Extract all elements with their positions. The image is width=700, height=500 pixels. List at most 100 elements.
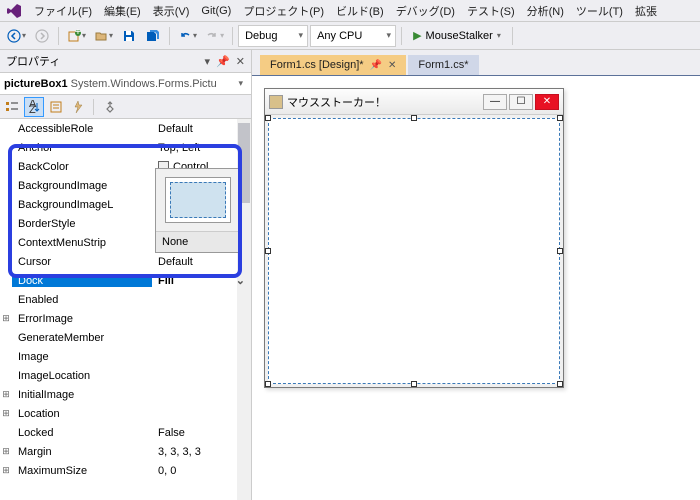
- expand-icon[interactable]: ⊞: [0, 465, 12, 476]
- open-button[interactable]: ▾: [91, 25, 116, 47]
- property-row[interactable]: AnchorTop, Left: [0, 138, 251, 157]
- window-menu-icon[interactable]: ▾: [205, 55, 211, 68]
- minimize-button[interactable]: —: [483, 94, 507, 110]
- pin-icon[interactable]: 📌: [370, 60, 382, 71]
- picturebox-control[interactable]: [268, 118, 560, 384]
- separator: [512, 27, 513, 45]
- property-row[interactable]: ⊞Margin3, 3, 3, 3: [0, 442, 251, 461]
- property-name: AccessibleRole: [12, 123, 152, 135]
- nav-back-button[interactable]: ▾: [4, 25, 29, 47]
- menu-view[interactable]: 表示(V): [147, 1, 196, 21]
- pin-icon[interactable]: 📌: [216, 55, 230, 68]
- resize-handle[interactable]: [557, 381, 563, 387]
- property-name: Anchor: [12, 142, 152, 154]
- property-row[interactable]: ⊞Location: [0, 404, 251, 423]
- property-name: ImageLocation: [12, 370, 152, 382]
- resize-handle[interactable]: [557, 115, 563, 121]
- menu-project[interactable]: プロジェクト(P): [237, 1, 330, 21]
- resize-handle[interactable]: [265, 248, 271, 254]
- undo-button[interactable]: ▾: [175, 25, 200, 47]
- properties-button[interactable]: [46, 97, 66, 117]
- menu-build[interactable]: ビルド(B): [330, 1, 390, 21]
- dock-dropdown[interactable]: None: [155, 168, 241, 253]
- property-name: BackgroundImageL: [12, 199, 152, 211]
- panel-titlebar: プロパティ ▾ 📌 ✕: [0, 50, 251, 73]
- resize-handle[interactable]: [411, 115, 417, 121]
- toolbar: ▾ +▾ ▾ ▾ ▾ Debug Any CPU ▶ MouseStalker …: [0, 22, 700, 50]
- platform-combo[interactable]: Any CPU: [310, 25, 396, 47]
- property-name: InitialImage: [12, 389, 152, 401]
- form-client-area: [265, 115, 563, 387]
- tab-form-code[interactable]: Form1.cs*: [408, 55, 478, 75]
- form-title-text: マウスストーカー！: [287, 94, 479, 110]
- dock-none-button[interactable]: None: [156, 231, 240, 252]
- property-row[interactable]: AccessibleRoleDefault: [0, 119, 251, 138]
- play-icon: ▶: [413, 29, 421, 42]
- start-debug-button[interactable]: ▶ MouseStalker ▾: [407, 29, 507, 42]
- property-row[interactable]: CursorDefault: [0, 252, 251, 271]
- menu-analyze[interactable]: 分析(N): [521, 1, 570, 21]
- resize-handle[interactable]: [265, 115, 271, 121]
- property-name: Image: [12, 351, 152, 363]
- redo-button[interactable]: ▾: [202, 25, 227, 47]
- property-row[interactable]: ImageLocation: [0, 366, 251, 385]
- resize-handle[interactable]: [411, 381, 417, 387]
- menu-test[interactable]: テスト(S): [461, 1, 521, 21]
- categorized-button[interactable]: [2, 97, 22, 117]
- expand-icon[interactable]: ⊞: [0, 446, 12, 457]
- save-all-button[interactable]: [142, 25, 164, 47]
- close-button[interactable]: ✕: [535, 94, 559, 110]
- form-icon: [269, 95, 283, 109]
- menu-file[interactable]: ファイル(F): [28, 1, 98, 21]
- menubar: ファイル(F) 編集(E) 表示(V) Git(G) プロジェクト(P) ビルド…: [0, 0, 700, 22]
- maximize-button[interactable]: ☐: [509, 94, 533, 110]
- form-window[interactable]: マウスストーカー！ — ☐ ✕: [264, 88, 564, 388]
- close-icon[interactable]: ✕: [236, 55, 245, 68]
- close-icon[interactable]: ✕: [388, 60, 396, 71]
- property-row[interactable]: Image: [0, 347, 251, 366]
- property-value[interactable]: Fill: [152, 275, 251, 287]
- property-row[interactable]: LockedFalse: [0, 423, 251, 442]
- property-row[interactable]: ⊞InitialImage: [0, 385, 251, 404]
- resize-handle[interactable]: [557, 248, 563, 254]
- events-button[interactable]: [68, 97, 88, 117]
- nav-fwd-button[interactable]: [31, 25, 53, 47]
- property-name: ContextMenuStrip: [12, 237, 152, 249]
- property-name: MaximumSize: [12, 465, 152, 477]
- property-name: BackgroundImage: [12, 180, 152, 192]
- property-name: Location: [12, 408, 152, 420]
- expand-icon[interactable]: ⊞: [0, 408, 12, 419]
- property-row[interactable]: ⊞ErrorImage: [0, 309, 251, 328]
- menu-extensions[interactable]: 拡張: [629, 1, 663, 21]
- property-name: Enabled: [12, 294, 152, 306]
- resize-handle[interactable]: [265, 381, 271, 387]
- property-name: ErrorImage: [12, 313, 152, 325]
- property-row[interactable]: GenerateMember: [0, 328, 251, 347]
- design-canvas[interactable]: マウスストーカー！ — ☐ ✕: [252, 76, 700, 500]
- svg-text:Z: Z: [29, 104, 36, 114]
- separator: [232, 27, 233, 45]
- property-row[interactable]: DockFill: [0, 271, 251, 290]
- expand-icon[interactable]: ⊞: [0, 313, 12, 324]
- property-pages-button[interactable]: [99, 97, 119, 117]
- object-selector[interactable]: pictureBox1 System.Windows.Forms.Pictu: [0, 73, 251, 95]
- property-name: Locked: [12, 427, 152, 439]
- expand-icon[interactable]: ⊞: [0, 389, 12, 400]
- alphabetical-button[interactable]: AZ: [24, 97, 44, 117]
- dock-preview[interactable]: [165, 177, 231, 223]
- separator: [169, 27, 170, 45]
- config-combo[interactable]: Debug: [238, 25, 308, 47]
- menu-edit[interactable]: 編集(E): [98, 1, 147, 21]
- property-row[interactable]: ⊞MaximumSize0, 0: [0, 461, 251, 480]
- menu-debug[interactable]: デバッグ(D): [390, 1, 461, 21]
- new-project-button[interactable]: +▾: [64, 25, 89, 47]
- designer-area: Form1.cs [Design]* 📌 ✕ Form1.cs* マウスストーカ…: [252, 50, 700, 500]
- form-titlebar: マウスストーカー！ — ☐ ✕: [265, 89, 563, 115]
- menu-tools[interactable]: ツール(T): [570, 1, 629, 21]
- property-name: Dock: [12, 275, 152, 287]
- save-button[interactable]: [118, 25, 140, 47]
- property-name: GenerateMember: [12, 332, 152, 344]
- tab-form-design[interactable]: Form1.cs [Design]* 📌 ✕: [260, 55, 406, 75]
- menu-git[interactable]: Git(G): [195, 3, 237, 19]
- property-row[interactable]: Enabled: [0, 290, 251, 309]
